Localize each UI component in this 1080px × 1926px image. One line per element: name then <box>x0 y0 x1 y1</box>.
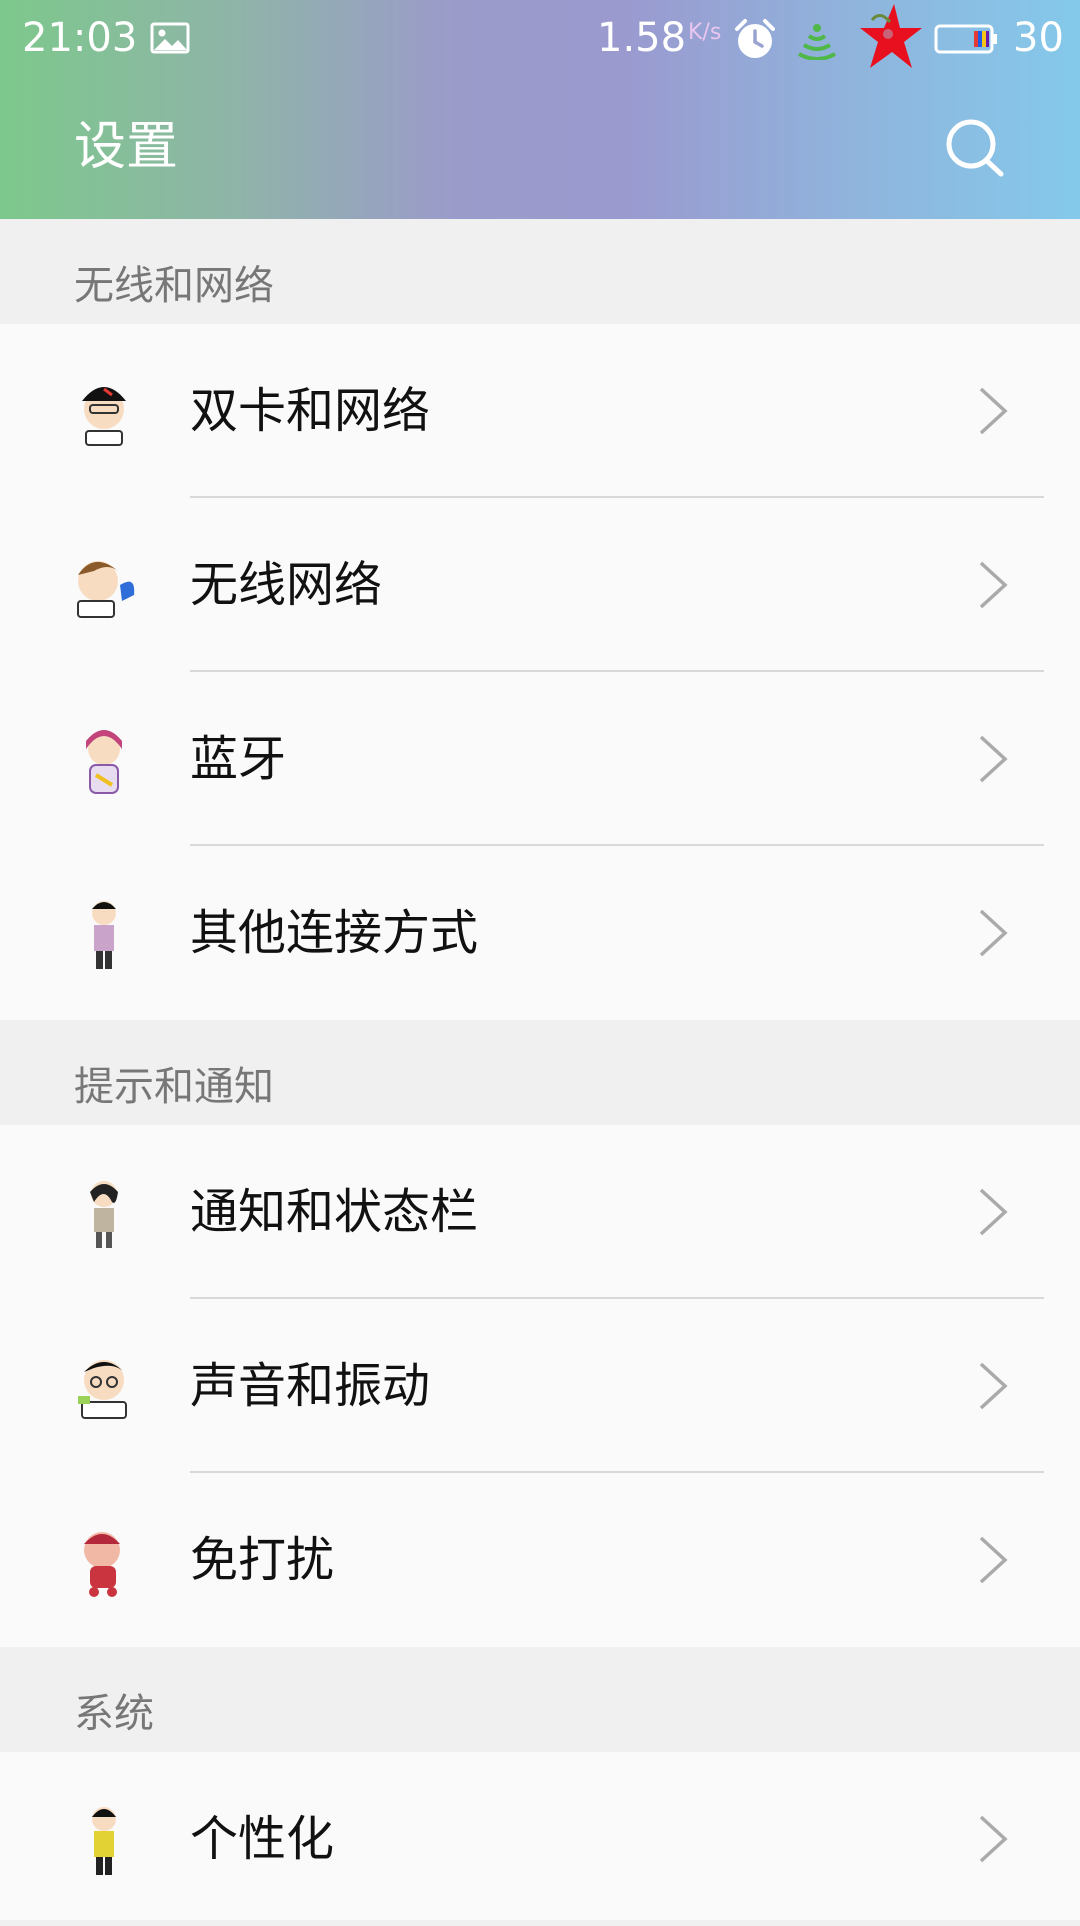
setting-item-label: 双卡和网络 <box>190 383 431 439</box>
cartoon-avatar-icon <box>92 1807 116 1875</box>
chevron-right-icon <box>979 1536 1008 1584</box>
page-title: 设置 <box>74 117 179 177</box>
setting-item-notification-status-bar[interactable]: 通知和状态栏 <box>0 1125 1080 1299</box>
battery-icon <box>934 24 997 54</box>
chevron-right-icon <box>979 735 1008 783</box>
section-header-notifications: 提示和通知 <box>0 1020 1080 1125</box>
image-icon <box>150 22 190 54</box>
cartoon-avatar-icon <box>84 1532 120 1597</box>
chevron-right-icon <box>979 561 1008 609</box>
cartoon-avatar-icon <box>86 730 122 794</box>
cartoon-avatar-icon <box>90 1181 118 1248</box>
section-group-system: 个性化 <box>0 1752 1080 1920</box>
section-title: 无线和网络 <box>74 263 274 309</box>
setting-item-label: 通知和状态栏 <box>190 1184 479 1240</box>
section-group-wireless: 双卡和网络 无线网络 蓝牙 其他连接方式 <box>0 324 1080 1020</box>
chevron-right-icon <box>979 909 1008 957</box>
chevron-right-icon <box>979 1362 1008 1410</box>
star-icon <box>860 4 922 68</box>
status-time: 21:03 <box>22 15 138 61</box>
status-bar: 21:03 1.58 K/s 30 <box>0 0 1080 76</box>
setting-item-label: 无线网络 <box>190 557 383 613</box>
net-speed: 1.58 <box>597 15 687 61</box>
setting-item-label: 蓝牙 <box>190 731 287 787</box>
alarm-icon <box>735 19 775 58</box>
chevron-right-icon <box>979 1188 1008 1236</box>
chevron-right-icon <box>979 387 1008 435</box>
section-title: 系统 <box>74 1691 154 1737</box>
section-header-system: 系统 <box>0 1647 1080 1752</box>
setting-item-label: 免打扰 <box>190 1532 335 1588</box>
cartoon-avatar-icon <box>78 1360 127 1419</box>
battery-level: 30 <box>1013 15 1064 61</box>
cartoon-avatar-icon <box>82 387 126 446</box>
section-header-wireless: 无线和网络 <box>0 219 1080 324</box>
setting-item-do-not-disturb[interactable]: 免打扰 <box>0 1473 1080 1647</box>
setting-item-label: 声音和振动 <box>190 1358 431 1414</box>
setting-item-dual-sim[interactable]: 双卡和网络 <box>0 324 1080 498</box>
setting-item-personalization[interactable]: 个性化 <box>0 1752 1080 1926</box>
app-header: 21:03 1.58 K/s 30 设置 <box>0 0 1080 219</box>
section-title: 提示和通知 <box>74 1064 274 1110</box>
section-group-notifications: 通知和状态栏 声音和振动 免打扰 <box>0 1125 1080 1647</box>
setting-item-label: 个性化 <box>190 1811 335 1867</box>
signal-icon <box>798 24 836 60</box>
setting-item-sound-vibration[interactable]: 声音和振动 <box>0 1299 1080 1473</box>
setting-item-wifi[interactable]: 无线网络 <box>0 498 1080 672</box>
setting-item-bluetooth[interactable]: 蓝牙 <box>0 672 1080 846</box>
net-speed-unit: K/s <box>688 20 722 45</box>
setting-item-label: 其他连接方式 <box>190 905 479 961</box>
search-icon[interactable] <box>943 116 1007 180</box>
chevron-right-icon <box>979 1815 1008 1863</box>
setting-item-other-connections[interactable]: 其他连接方式 <box>0 846 1080 1020</box>
cartoon-avatar-icon <box>92 901 116 969</box>
cartoon-avatar-icon <box>77 561 135 618</box>
